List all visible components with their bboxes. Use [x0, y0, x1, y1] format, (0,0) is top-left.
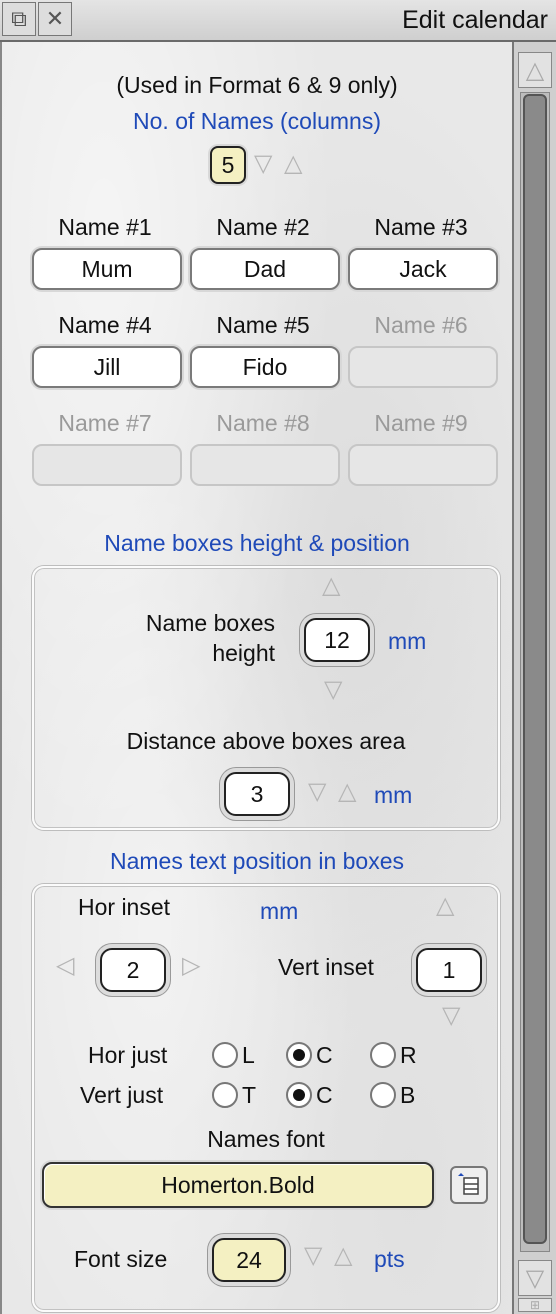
- name-label-7: Name #7: [58, 410, 152, 436]
- menu-list-icon: [458, 1173, 479, 1195]
- dialog-pane: (Used in Format 6 & 9 only) No. of Names…: [0, 42, 512, 1314]
- distance-decrement-icon[interactable]: ▽: [308, 780, 326, 804]
- hor-just-option-l: L: [242, 1042, 255, 1068]
- vert-inset-value[interactable]: 1: [416, 948, 482, 992]
- height-value[interactable]: 12: [304, 618, 370, 662]
- font-size-unit: pts: [374, 1246, 405, 1272]
- height-label-line1: Name boxes: [145, 610, 275, 636]
- name-field-7[interactable]: [32, 444, 182, 486]
- font-size-label: Font size: [74, 1246, 168, 1272]
- edit-calendar-window: ⧉ ✕ Edit calendar (Used in Format 6 & 9 …: [0, 0, 556, 1314]
- distance-value[interactable]: 3: [224, 772, 290, 816]
- vertical-scrollbar[interactable]: △ ▽ ⊞: [512, 42, 556, 1314]
- name-label-3: Name #3: [374, 214, 468, 240]
- font-size-increment-icon[interactable]: △: [334, 1244, 352, 1268]
- name-field-5[interactable]: Fido: [190, 346, 340, 388]
- font-size-decrement-icon[interactable]: ▽: [304, 1244, 322, 1268]
- name-label-2: Name #2: [216, 214, 310, 240]
- name-label-4: Name #4: [58, 312, 152, 338]
- hor-inset-label: Hor inset: [78, 894, 171, 920]
- font-size-value[interactable]: 24: [212, 1238, 286, 1282]
- hor-just-option-c: C: [316, 1042, 333, 1068]
- height-unit: mm: [388, 628, 427, 654]
- height-label-line2: height: [212, 640, 275, 666]
- distance-increment-icon[interactable]: △: [338, 780, 356, 804]
- name-field-4[interactable]: Jill: [32, 346, 182, 388]
- hor-inset-unit: mm: [260, 898, 299, 924]
- names-font-field[interactable]: Homerton.Bold: [42, 1162, 434, 1208]
- text-pos-section-title: Names text position in boxes: [109, 848, 405, 874]
- name-field-3[interactable]: Jack: [348, 248, 498, 290]
- vert-inset-label: Vert inset: [278, 954, 374, 980]
- resize-icon[interactable]: ⊞: [518, 1298, 552, 1312]
- name-field-9[interactable]: [348, 444, 498, 486]
- scroll-up-icon[interactable]: △: [518, 52, 552, 88]
- window-title: Edit calendar: [402, 6, 548, 34]
- name-label-5: Name #5: [216, 312, 310, 338]
- decrement-arrow-icon[interactable]: ▽: [254, 152, 272, 176]
- no-of-names-value[interactable]: 5: [210, 146, 246, 184]
- vert-just-option-b: B: [400, 1082, 416, 1108]
- name-label-6: Name #6: [374, 312, 468, 338]
- close-icon[interactable]: ✕: [38, 2, 72, 36]
- name-label-8: Name #8: [216, 410, 310, 436]
- hor-inset-increment-icon[interactable]: ▷: [182, 954, 200, 978]
- height-increment-icon[interactable]: △: [322, 574, 340, 598]
- hor-just-radio-l[interactable]: [212, 1042, 238, 1068]
- hor-just-label: Hor just: [88, 1042, 168, 1068]
- hor-just-option-r: R: [400, 1042, 417, 1068]
- name-field-2[interactable]: Dad: [190, 248, 340, 290]
- scroll-down-icon[interactable]: ▽: [518, 1260, 552, 1296]
- boxes-section-title: Name boxes height & position: [104, 530, 410, 556]
- format-note: (Used in Format 6 & 9 only): [116, 72, 398, 98]
- distance-label: Distance above boxes area: [126, 728, 406, 754]
- hor-inset-decrement-icon[interactable]: ◁: [56, 954, 74, 978]
- vert-just-option-t: T: [242, 1082, 257, 1108]
- vert-just-label: Vert just: [80, 1082, 164, 1108]
- vert-just-option-c: C: [316, 1082, 333, 1108]
- vert-just-radio-c[interactable]: [286, 1082, 312, 1108]
- hor-just-radio-r[interactable]: [370, 1042, 396, 1068]
- font-menu-icon[interactable]: [450, 1166, 488, 1204]
- distance-unit: mm: [374, 782, 413, 808]
- vert-inset-decrement-icon[interactable]: ▽: [442, 1004, 460, 1028]
- name-field-8[interactable]: [190, 444, 340, 486]
- hor-inset-value[interactable]: 2: [100, 948, 166, 992]
- scroll-thumb[interactable]: [523, 94, 547, 1244]
- vert-inset-increment-icon[interactable]: △: [436, 894, 454, 918]
- back-icon[interactable]: ⧉: [2, 2, 36, 36]
- vert-just-radio-t[interactable]: [212, 1082, 238, 1108]
- increment-arrow-icon[interactable]: △: [284, 152, 302, 176]
- vert-just-radio-b[interactable]: [370, 1082, 396, 1108]
- name-label-1: Name #1: [58, 214, 152, 240]
- names-font-label: Names font: [207, 1126, 325, 1152]
- name-label-9: Name #9: [374, 410, 468, 436]
- name-field-6[interactable]: [348, 346, 498, 388]
- no-of-names-label: No. of Names (columns): [133, 108, 381, 134]
- name-field-1[interactable]: Mum: [32, 248, 182, 290]
- title-bar[interactable]: ⧉ ✕ Edit calendar: [0, 0, 556, 42]
- hor-just-radio-c[interactable]: [286, 1042, 312, 1068]
- height-decrement-icon[interactable]: ▽: [324, 678, 342, 702]
